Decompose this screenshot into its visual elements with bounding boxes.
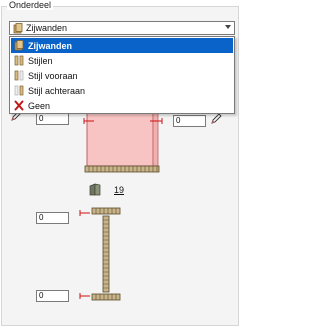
group-label: Onderdeel — [7, 0, 54, 10]
front-stile-icon — [14, 70, 24, 81]
option-label: Stijlen — [28, 55, 53, 66]
top-left-field[interactable]: 0 — [36, 113, 69, 125]
side-panel-icon — [89, 183, 101, 196]
option-geen[interactable]: Geen — [11, 98, 233, 113]
stiles-icon — [14, 55, 24, 66]
side-panel-drawing — [83, 111, 163, 173]
pencil-icon[interactable] — [210, 113, 222, 125]
part-combobox[interactable]: Zijwanden — [9, 21, 235, 35]
part-number-link[interactable]: 19 — [114, 185, 124, 195]
top-right-field[interactable]: 0 — [173, 115, 206, 127]
part-dropdown-list[interactable]: Zijwanden Stijlen Stijl vooraan Stijl ac… — [9, 36, 235, 114]
back-stile-icon — [14, 85, 24, 96]
option-stijlen[interactable]: Stijlen — [11, 53, 233, 68]
option-stijl-vooraan[interactable]: Stijl vooraan — [11, 68, 233, 83]
lower-bottom-field[interactable]: 0 — [36, 290, 69, 302]
lower-top-field[interactable]: 0 — [36, 212, 69, 224]
side-panel-icon — [13, 23, 23, 34]
chevron-down-icon[interactable] — [225, 25, 231, 29]
option-label: Stijl vooraan — [28, 70, 78, 81]
option-label: Zijwanden — [28, 40, 73, 51]
bottom-rail — [84, 165, 160, 173]
option-zijwanden[interactable]: Zijwanden — [11, 38, 233, 53]
option-stijl-achteraan[interactable]: Stijl achteraan — [11, 83, 233, 98]
option-label: Stijl achteraan — [28, 85, 86, 96]
close-icon — [14, 100, 24, 111]
stile-drawing — [79, 207, 121, 301]
side-panel-icon — [14, 40, 24, 51]
option-label: Geen — [28, 100, 51, 111]
combo-value: Zijwanden — [26, 23, 68, 33]
